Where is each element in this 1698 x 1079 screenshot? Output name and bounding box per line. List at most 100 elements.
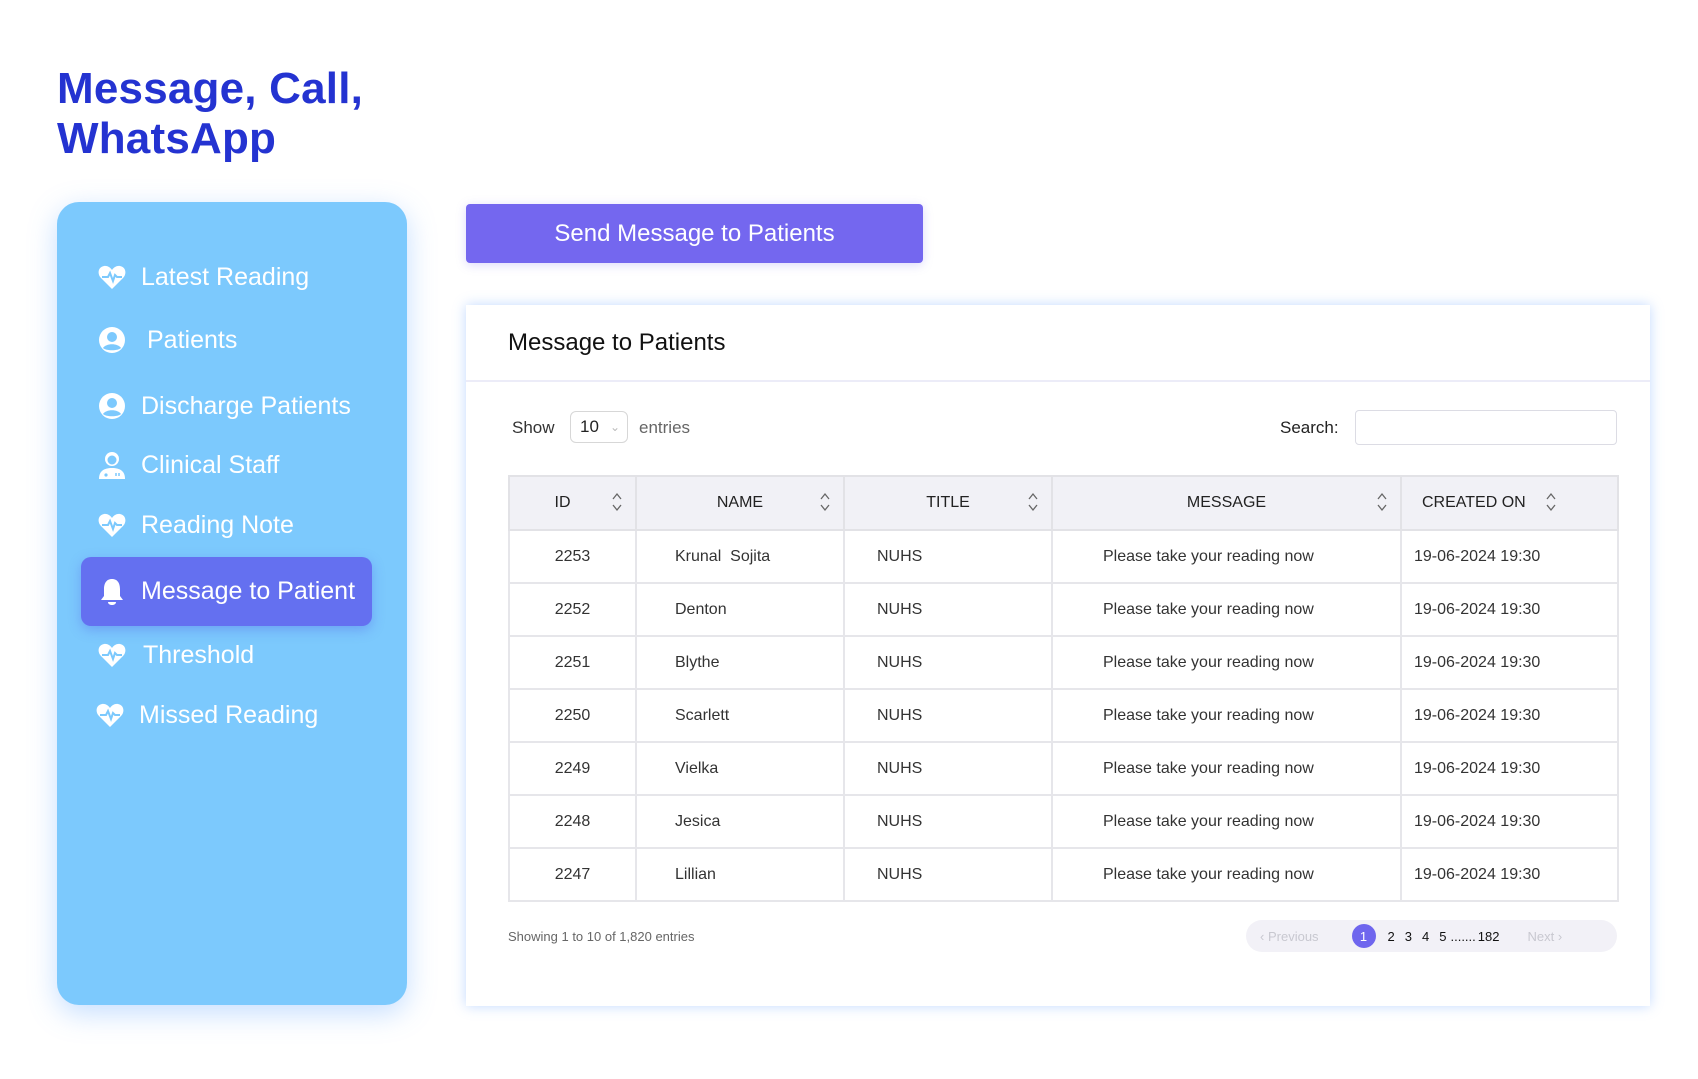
cell-message: Please take your reading now <box>1051 847 1402 902</box>
cell-title: NUHS <box>843 741 1053 796</box>
sidebar-item-patients[interactable]: Patients <box>81 316 372 364</box>
page-ellipsis: ....... <box>1450 928 1476 944</box>
messages-table: ID NAME TITLE MESSAGE CREATED ON 2253 Kr… <box>508 475 1619 902</box>
column-header-id[interactable]: ID <box>508 475 637 531</box>
column-header-label: ID <box>554 494 571 511</box>
cell-created-on: 19-06-2024 19:30 <box>1400 741 1619 796</box>
doctor-icon <box>97 450 127 480</box>
user-circle-icon <box>97 391 127 421</box>
sidebar-item-label: Latest Reading <box>141 262 310 291</box>
column-header-message[interactable]: MESSAGE <box>1051 475 1402 531</box>
cell-title: NUHS <box>843 529 1053 584</box>
page-title-line-2: WhatsApp <box>57 114 277 163</box>
sidebar: Latest Reading Patients Discharge Patien… <box>57 202 407 1005</box>
heart-pulse-icon <box>97 640 127 670</box>
cell-message: Please take your reading now <box>1051 688 1402 743</box>
page-button-1[interactable]: 1 <box>1351 924 1376 948</box>
page-title: Message, Call, WhatsApp <box>57 64 363 164</box>
show-label: Show <box>512 418 555 437</box>
page-button-last[interactable]: 182 <box>1478 929 1500 944</box>
cell-id: 2249 <box>508 741 637 796</box>
sidebar-item-message-to-patient[interactable]: Message to Patient <box>81 557 372 626</box>
page-length-select[interactable]: 10 ⌄ <box>570 411 628 443</box>
pagination: ‹ Previous 1 2 3 4 5 ....... 182 Next › <box>1246 920 1617 952</box>
cell-title: NUHS <box>843 635 1053 690</box>
sidebar-item-label: Threshold <box>143 640 255 669</box>
chevron-right-icon: › <box>1557 928 1563 944</box>
sort-icon <box>820 492 830 512</box>
table-row[interactable]: 2251 Blythe NUHS Please take your readin… <box>508 635 1619 690</box>
previous-page-button[interactable]: ‹ Previous <box>1260 929 1319 944</box>
page-button-5[interactable]: 5 <box>1439 929 1446 944</box>
sidebar-item-label: Message to Patient <box>141 577 356 605</box>
table-row[interactable]: 2249 Vielka NUHS Please take your readin… <box>508 741 1619 796</box>
sidebar-item-clinical-staff[interactable]: Clinical Staff <box>81 441 372 489</box>
chevron-down-icon: ⌄ <box>609 420 620 434</box>
sidebar-item-label: Patients <box>147 325 238 354</box>
column-header-label: MESSAGE <box>1186 494 1267 511</box>
table-row[interactable]: 2252 Denton NUHS Please take your readin… <box>508 582 1619 637</box>
table-row[interactable]: 2248 Jesica NUHS Please take your readin… <box>508 794 1619 849</box>
cell-name: Denton <box>635 582 845 637</box>
table-row[interactable]: 2247 Lillian NUHS Please take your readi… <box>508 847 1619 902</box>
cell-name: Vielka <box>635 741 845 796</box>
cell-id: 2247 <box>508 847 637 902</box>
column-header-created-on[interactable]: CREATED ON <box>1400 475 1619 531</box>
sort-icon <box>1028 492 1038 512</box>
page-button-2[interactable]: 2 <box>1388 929 1395 944</box>
page-length-value: 10 <box>580 417 599 436</box>
sidebar-item-label: Clinical Staff <box>141 450 280 479</box>
cell-id: 2253 <box>508 529 637 584</box>
cell-created-on: 19-06-2024 19:30 <box>1400 529 1619 584</box>
cell-title: NUHS <box>843 794 1053 849</box>
cell-name: Krunal Sojita <box>635 529 845 584</box>
sidebar-item-label: Missed Reading <box>139 700 319 729</box>
card-header: Message to Patients <box>466 305 1650 382</box>
cell-title: NUHS <box>843 688 1053 743</box>
cell-message: Please take your reading now <box>1051 794 1402 849</box>
cell-name: Lillian <box>635 847 845 902</box>
table-controls: Show 10 ⌄ entries Search: <box>466 410 1650 446</box>
previous-label: Previous <box>1267 928 1319 944</box>
card-title: Message to Patients <box>508 328 726 356</box>
sidebar-item-threshold[interactable]: Threshold <box>81 631 372 679</box>
heart-pulse-icon <box>97 262 127 292</box>
column-header-label: CREATED ON <box>1422 494 1526 511</box>
table-info: Showing 1 to 10 of 1,820 entries <box>508 929 695 944</box>
sidebar-item-missed-reading[interactable]: Missed Reading <box>81 691 372 739</box>
page-title-line-1: Message, Call, <box>57 64 364 113</box>
bell-icon <box>97 577 127 607</box>
cell-title: NUHS <box>843 847 1053 902</box>
column-header-title[interactable]: TITLE <box>843 475 1053 531</box>
page-button-3[interactable]: 3 <box>1405 929 1412 944</box>
sidebar-item-reading-note[interactable]: Reading Note <box>81 501 372 549</box>
table-body: 2253 Krunal Sojita NUHS Please take your… <box>508 529 1619 902</box>
table-row[interactable]: 2253 Krunal Sojita NUHS Please take your… <box>508 529 1619 584</box>
cell-message: Please take your reading now <box>1051 582 1402 637</box>
sidebar-item-latest-reading[interactable]: Latest Reading <box>81 253 372 301</box>
cell-name: Jesica <box>635 794 845 849</box>
page-button-4[interactable]: 4 <box>1422 929 1429 944</box>
search-input[interactable] <box>1355 410 1617 445</box>
cell-created-on: 19-06-2024 19:30 <box>1400 794 1619 849</box>
cell-id: 2250 <box>508 688 637 743</box>
cell-message: Please take your reading now <box>1051 635 1402 690</box>
send-message-button[interactable]: Send Message to Patients <box>466 204 923 263</box>
cell-message: Please take your reading now <box>1051 741 1402 796</box>
cell-title: NUHS <box>843 582 1053 637</box>
chevron-left-icon: ‹ <box>1260 928 1265 944</box>
search-label: Search: <box>1280 418 1339 437</box>
cell-id: 2252 <box>508 582 637 637</box>
next-label: Next <box>1527 928 1555 944</box>
sort-icon <box>1377 492 1387 512</box>
next-page-button[interactable]: Next › <box>1527 929 1562 944</box>
column-header-name[interactable]: NAME <box>635 475 845 531</box>
table-row[interactable]: 2250 Scarlett NUHS Please take your read… <box>508 688 1619 743</box>
messages-card: Message to Patients Show 10 ⌄ entries Se… <box>466 305 1650 1006</box>
cell-created-on: 19-06-2024 19:30 <box>1400 635 1619 690</box>
sidebar-item-discharge-patients[interactable]: Discharge Patients <box>81 382 372 430</box>
page-numbers: 1 2 3 4 5 ....... 182 <box>1351 924 1500 948</box>
cell-id: 2251 <box>508 635 637 690</box>
cell-created-on: 19-06-2024 19:30 <box>1400 688 1619 743</box>
cell-id: 2248 <box>508 794 637 849</box>
